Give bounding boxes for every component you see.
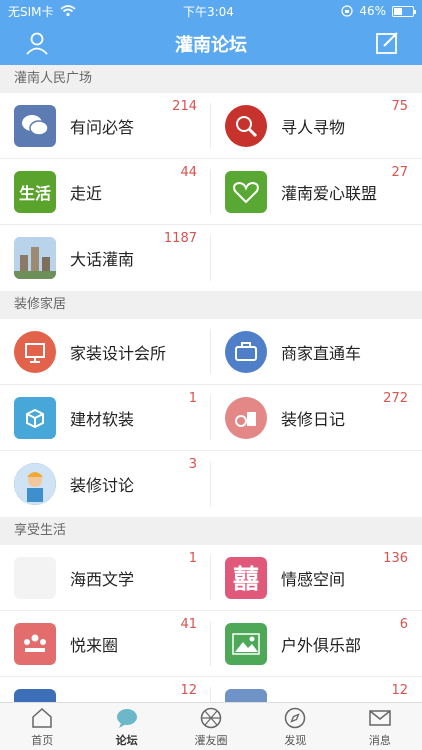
tab-label: 首页	[31, 733, 54, 747]
compass-icon	[283, 706, 307, 732]
board-name: 户外俱乐部	[281, 635, 362, 655]
worker-icon	[14, 463, 56, 505]
tab-home[interactable]: 首页	[0, 703, 84, 750]
decor-icon	[225, 396, 267, 439]
post-count-badge: 1187	[163, 231, 197, 246]
board-name: 装修讨论	[70, 476, 135, 495]
status-time: 下午3:04	[182, 4, 234, 19]
board-name: 商家直通车	[281, 343, 362, 363]
mountain-icon	[225, 622, 267, 665]
board-name: 建材软装	[70, 409, 135, 429]
presentation-icon	[14, 330, 56, 373]
board-name: 海西文学	[70, 569, 135, 589]
blank-icon	[14, 556, 56, 599]
forum-board-item[interactable]: 建材软装 1	[0, 385, 211, 451]
post-count-badge: 6	[399, 617, 408, 632]
board-name: 家装设计会所	[70, 343, 167, 363]
board-name: 情感空间	[281, 569, 346, 589]
post-count-badge: 136	[383, 551, 408, 566]
partial-icon	[14, 689, 56, 702]
forum-board-item[interactable]: 生活 走近 44	[0, 159, 211, 225]
tab-label: 发现	[284, 733, 307, 747]
tab-label: 消息	[368, 733, 391, 747]
heart-hand-icon	[225, 170, 267, 213]
post-count-badge: 1	[188, 551, 197, 566]
compose-post-icon[interactable]	[374, 30, 400, 56]
post-count-badge: 44	[180, 165, 197, 180]
section-header: 装修家居	[0, 291, 422, 319]
battery-icon	[391, 5, 416, 17]
chat-bubbles-icon	[14, 104, 56, 147]
post-count-badge: 214	[172, 99, 197, 114]
briefcase-icon	[225, 330, 267, 373]
text-logo-icon: 生活	[14, 170, 56, 213]
forum-board-item[interactable]: 家装设计会所	[0, 319, 211, 385]
forum-board-item[interactable]: 悦来圈 41	[0, 611, 211, 677]
tab-label: 灌友圈	[194, 733, 228, 747]
forum-board-item[interactable]: 装修日记 272	[211, 385, 422, 451]
forum-grid: 家装设计会所 商家直通车建材软装 1 装修日记 272 装修讨论 3	[0, 319, 422, 517]
battery-percent: 46%	[359, 4, 386, 18]
section-header: 享受生活	[0, 517, 422, 545]
carrier-label: 无SIM卡	[8, 4, 54, 19]
post-count-badge: 1	[188, 391, 197, 406]
section-header: 灌南人民广场	[0, 65, 422, 93]
forum-board-item[interactable]: 装修讨论 3	[0, 451, 211, 517]
nav-bar: 灌南论坛	[0, 22, 422, 65]
post-count-badge: 12	[180, 683, 197, 698]
forum-grid: 有问必答 214 寻人寻物 75 生活 走近 44 灌南爱心联盟 27 大话灌南 1187	[0, 93, 422, 291]
post-count-badge: 272	[383, 391, 408, 406]
search-globe-icon	[225, 104, 267, 147]
forum-board-item[interactable]: 海西文学 1	[0, 545, 211, 611]
box-icon	[14, 396, 56, 439]
forum-list: 灌南人民广场有问必答 214 寻人寻物 75 生活 走近 44 灌南爱心联盟 27 大话灌南 118…	[0, 65, 422, 702]
forum-board-item[interactable]: 户外俱乐部 6	[211, 611, 422, 677]
post-count-badge: 41	[180, 617, 197, 632]
tab-compass[interactable]: 发现	[253, 703, 337, 750]
tab-aperture[interactable]: 灌友圈	[169, 703, 253, 750]
post-count-badge: 3	[188, 457, 197, 472]
empty-cell	[211, 451, 422, 517]
board-name: 灌南爱心联盟	[281, 183, 378, 203]
tab-label: 论坛	[115, 733, 138, 747]
page-title: 灌南论坛	[175, 34, 247, 56]
board-name: 装修日记	[281, 409, 346, 429]
post-count-badge: 75	[391, 99, 408, 114]
board-name: 走近	[70, 183, 103, 203]
forum-board-item[interactable]: 灌南爱心联盟 27	[211, 159, 422, 225]
board-name: 悦来圈	[70, 635, 119, 655]
tab-chat[interactable]: 论坛	[84, 703, 168, 750]
forum-board-item[interactable]: 囍情感空间 136	[211, 545, 422, 611]
user-profile-icon[interactable]	[24, 30, 50, 56]
wifi-icon	[59, 5, 76, 17]
board-name: 大话灌南	[70, 250, 135, 269]
post-count-badge: 27	[391, 165, 408, 180]
aperture-icon	[199, 706, 223, 732]
chat-icon	[115, 706, 139, 732]
orientation-lock-icon	[341, 5, 353, 17]
forum-board-item[interactable]: 12	[211, 677, 422, 702]
forum-board-item[interactable]: 大话灌南 1187	[0, 225, 211, 291]
board-name: 有问必答	[70, 117, 135, 137]
city-photo-icon	[14, 237, 56, 279]
partial-icon	[225, 689, 267, 702]
forum-board-item[interactable]: 商家直通车	[211, 319, 422, 385]
double-happiness-icon: 囍	[225, 556, 267, 599]
mail-icon	[368, 706, 392, 732]
tab-bar: 首页 论坛 灌友圈 发现 消息	[0, 702, 422, 750]
group-meeting-icon	[14, 622, 56, 665]
status-bar: 无SIM卡 下午3:04 46%	[0, 0, 422, 22]
empty-cell	[211, 225, 422, 291]
top-header: 无SIM卡 下午3:04 46% 灌南论坛	[0, 0, 422, 65]
forum-board-item[interactable]: 12	[0, 677, 211, 702]
tab-mail[interactable]: 消息	[338, 703, 422, 750]
forum-board-item[interactable]: 有问必答 214	[0, 93, 211, 159]
post-count-badge: 12	[391, 683, 408, 698]
forum-grid: 海西文学 1 囍情感空间 136 悦来圈 41 户外俱乐部 6 12 12	[0, 545, 422, 702]
board-name: 寻人寻物	[281, 117, 346, 137]
forum-board-item[interactable]: 寻人寻物 75	[211, 93, 422, 159]
home-icon	[30, 706, 54, 732]
